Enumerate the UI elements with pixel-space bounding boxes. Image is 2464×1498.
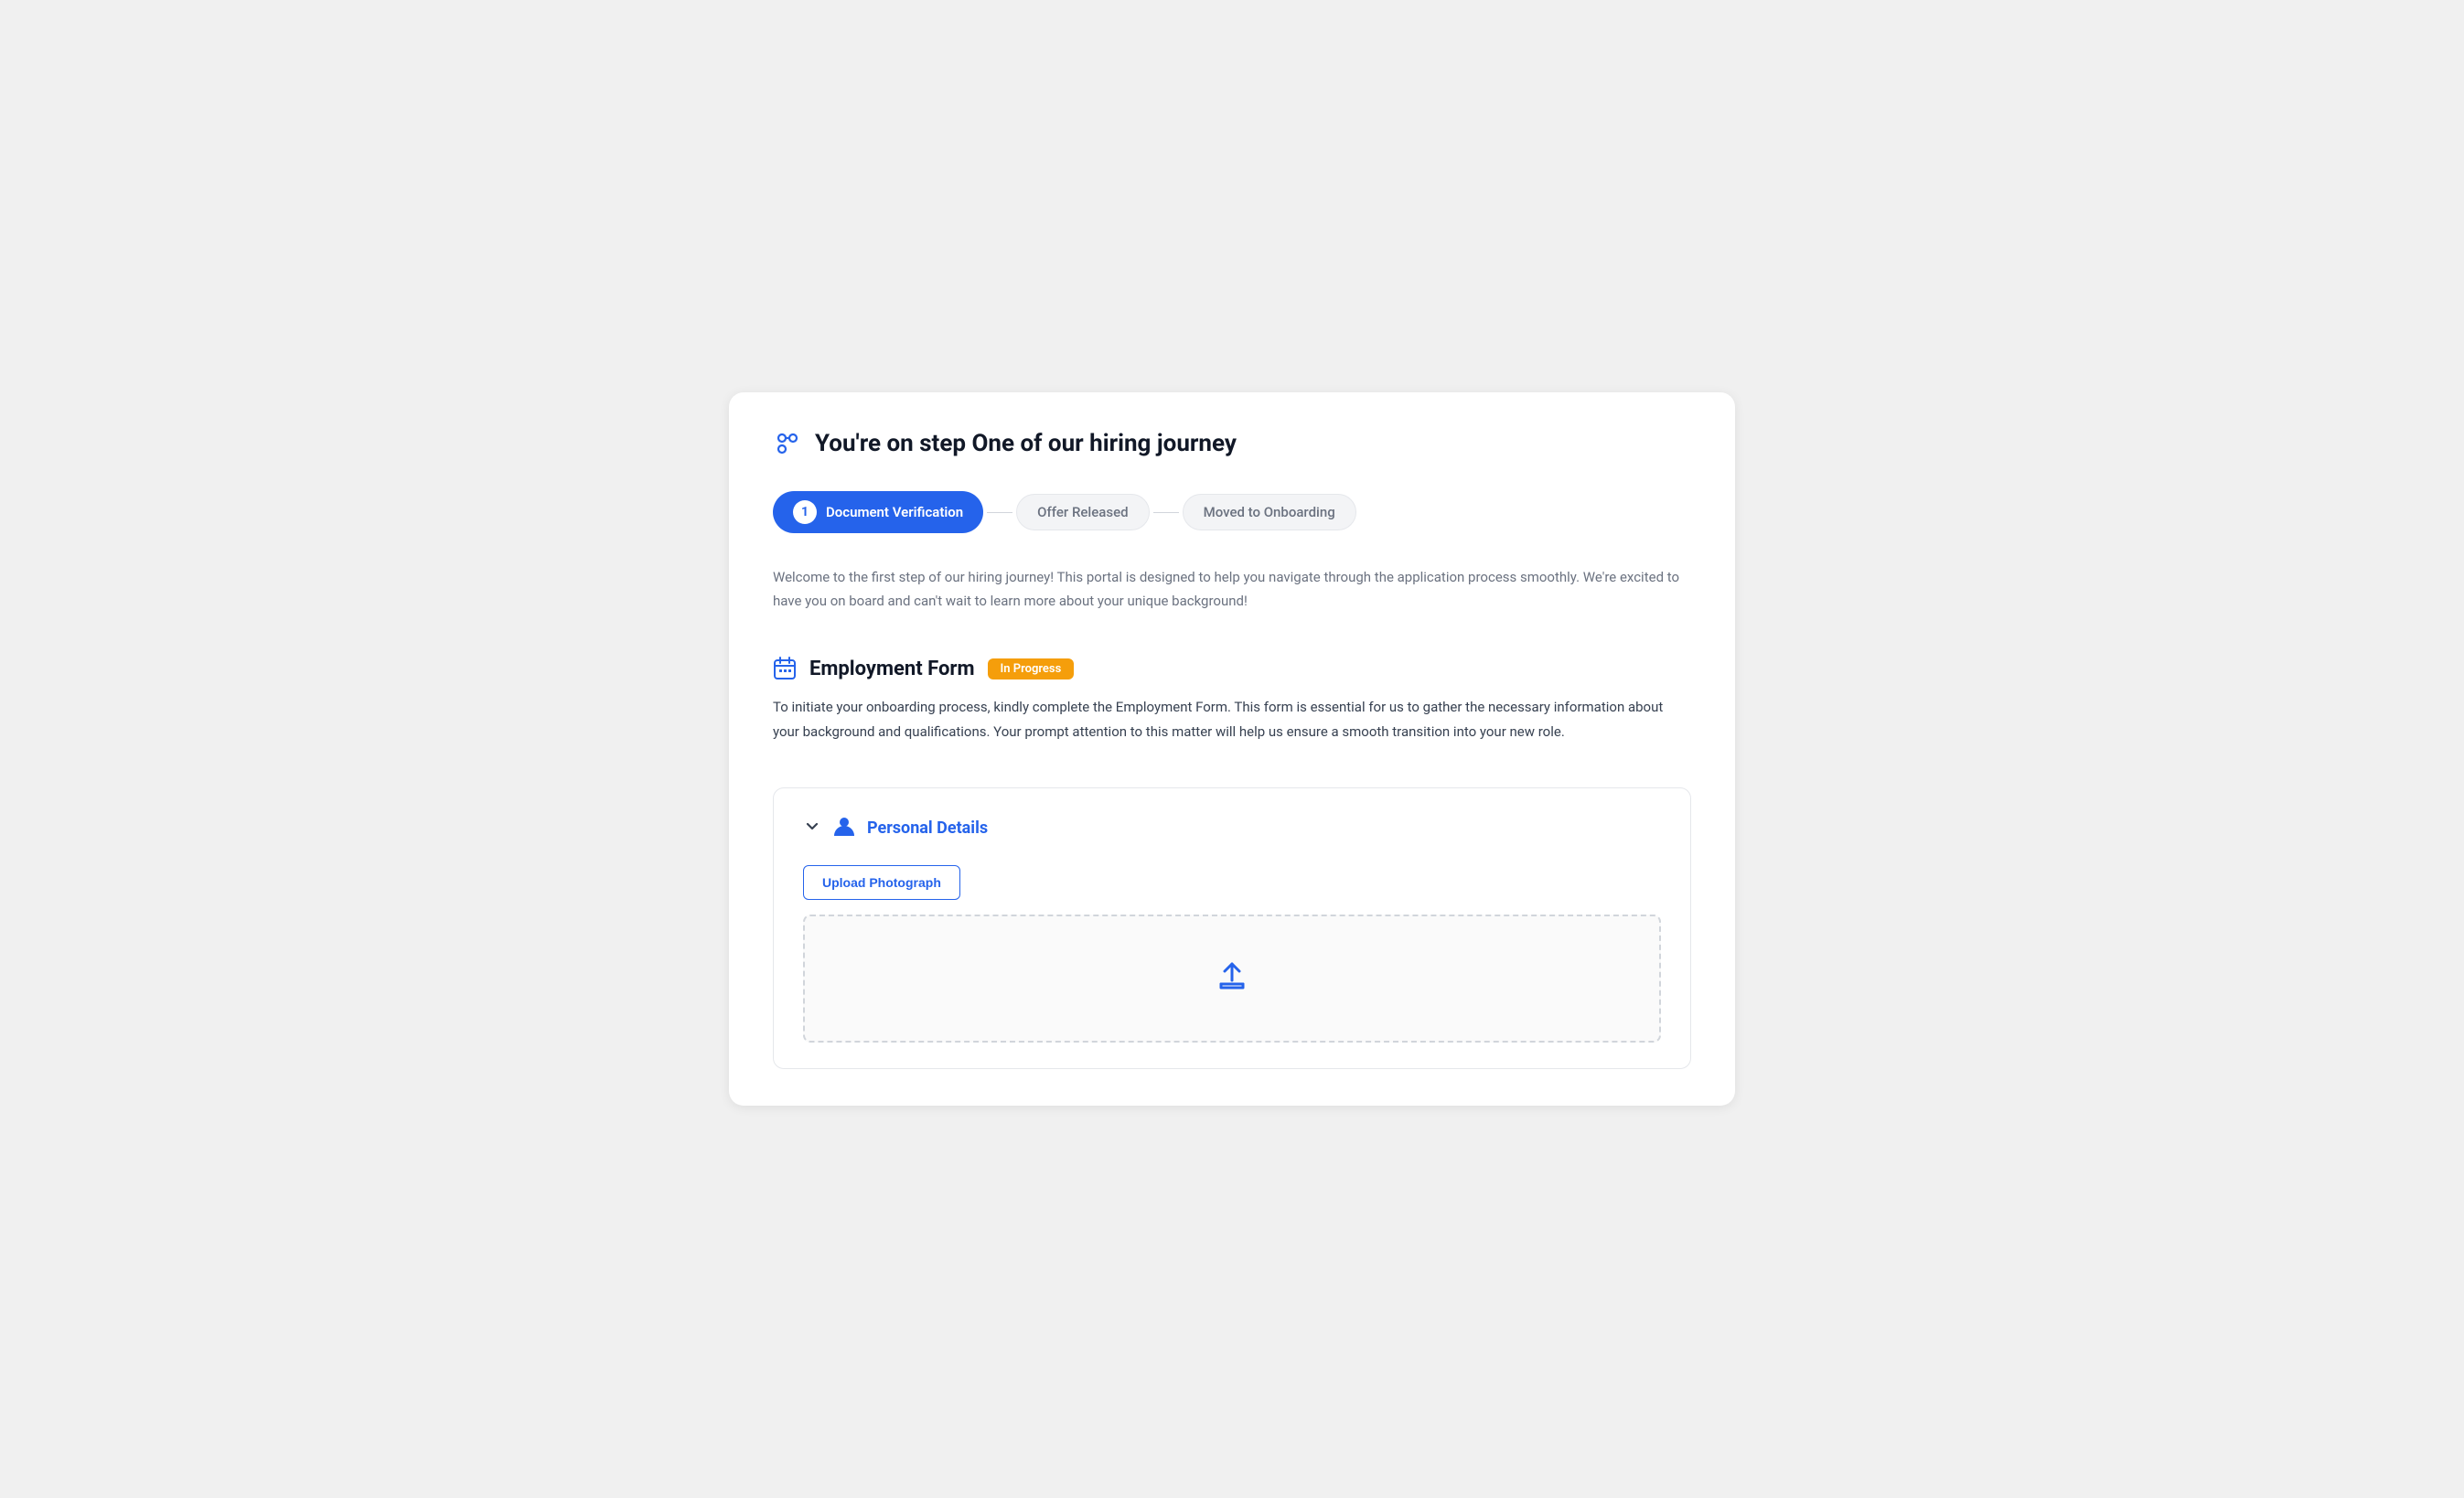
person-icon <box>832 814 856 843</box>
welcome-text: Welcome to the first step of our hiring … <box>773 566 1691 613</box>
step-moved-to-onboarding[interactable]: Moved to Onboarding <box>1183 494 1356 530</box>
upload-icon <box>1214 957 1250 1000</box>
in-progress-badge: In Progress <box>988 658 1075 679</box>
step-label-1: Document Verification <box>826 504 963 520</box>
journey-icon <box>773 429 802 458</box>
page-title: You're on step One of our hiring journey <box>815 430 1237 457</box>
upload-dropzone[interactable] <box>803 915 1661 1043</box>
step-document-verification[interactable]: 1 Document Verification <box>773 491 983 533</box>
personal-details-section: Personal Details Upload Photograph <box>773 787 1691 1069</box>
step-label-2: Offer Released <box>1037 504 1128 520</box>
step-number-1: 1 <box>793 500 817 524</box>
step-connector-1 <box>983 512 1016 514</box>
step-offer-released[interactable]: Offer Released <box>1016 494 1149 530</box>
main-card: You're on step One of our hiring journey… <box>729 392 1735 1106</box>
upload-photograph-button[interactable]: Upload Photograph <box>803 865 960 900</box>
employment-form-section: Employment Form In Progress To initiate … <box>773 657 1691 744</box>
employment-form-header: Employment Form In Progress <box>773 657 1691 680</box>
personal-details-header[interactable]: Personal Details <box>803 814 1661 843</box>
chevron-down-icon <box>803 817 821 840</box>
personal-details-title: Personal Details <box>867 819 988 838</box>
employment-form-description: To initiate your onboarding process, kin… <box>773 695 1691 744</box>
employment-form-title: Employment Form <box>809 658 975 680</box>
steps-row: 1 Document Verification Offer Released M… <box>773 491 1691 533</box>
calendar-icon <box>773 657 797 680</box>
step-label-3: Moved to Onboarding <box>1204 504 1335 520</box>
page-header: You're on step One of our hiring journey <box>773 429 1691 458</box>
step-connector-2 <box>1150 512 1183 514</box>
